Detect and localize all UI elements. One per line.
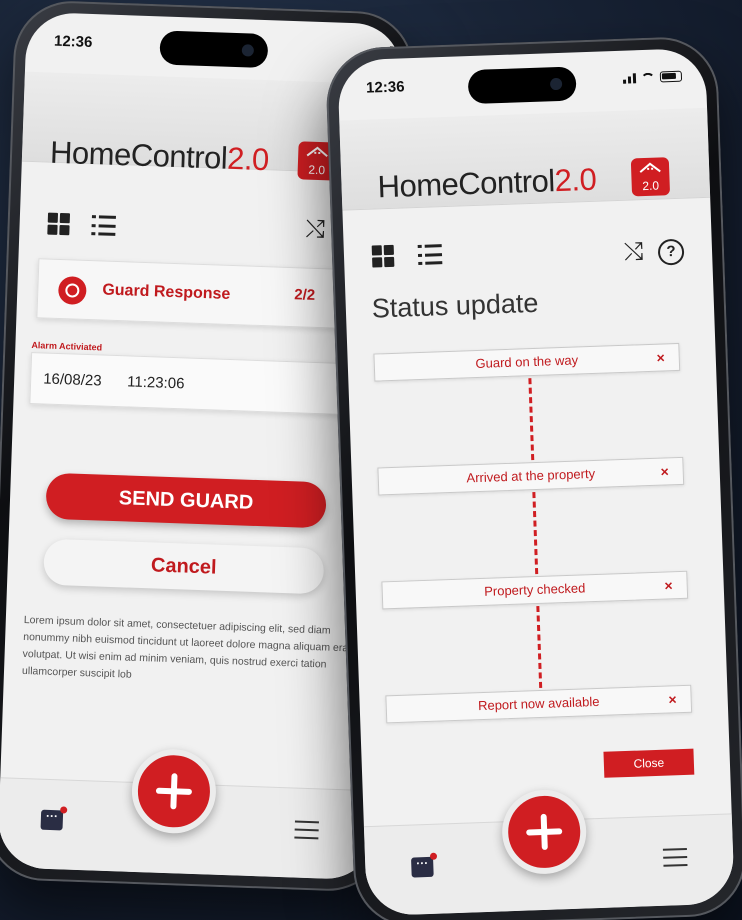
grid-view-icon[interactable]	[47, 212, 71, 236]
brand-header: HomeControl2.0 2.0	[339, 107, 711, 211]
brand-part-version: 2.0	[226, 140, 270, 178]
brand-part-home: Home	[49, 134, 132, 173]
phone-status-update: 12:36 HomeControl2.0 2.0 ⤭ ? Status upda…	[324, 35, 742, 920]
status-step[interactable]: Property checked ×	[381, 570, 689, 610]
alarm-date: 16/08/23	[42, 370, 102, 390]
status-step[interactable]: Guard on the way ×	[373, 342, 681, 382]
battery-icon	[659, 70, 683, 83]
alarm-label: Alarm Activiated	[31, 340, 103, 353]
brand-part-home: Home	[376, 166, 459, 205]
remove-step-icon[interactable]: ×	[664, 572, 673, 598]
remove-step-icon[interactable]: ×	[656, 344, 665, 370]
remove-step-icon[interactable]: ×	[660, 458, 669, 484]
brand-part-control: Control	[130, 137, 228, 176]
step-connector	[532, 492, 539, 575]
step-label: Guard on the way	[475, 352, 579, 372]
dynamic-island	[159, 30, 269, 69]
brand-title: HomeControl2.0	[377, 162, 597, 206]
list-view-icon[interactable]	[91, 215, 116, 236]
home-logo-icon: 2.0	[630, 157, 671, 197]
status-step[interactable]: Report now available ×	[385, 684, 693, 724]
grid-view-icon[interactable]	[371, 244, 395, 268]
help-icon[interactable]: ?	[657, 238, 685, 266]
list-view-icon[interactable]	[418, 244, 443, 265]
description-text: Lorem ipsum dolor sit amet, consectetuer…	[21, 613, 352, 681]
dynamic-island	[467, 66, 577, 105]
remove-step-icon[interactable]: ×	[668, 686, 677, 712]
plus-icon	[526, 813, 563, 850]
status-step[interactable]: Arrived at the property ×	[377, 456, 685, 496]
status-time: 12:36	[365, 78, 405, 97]
logo-label: 2.0	[308, 162, 326, 178]
guard-response-count: 2/2	[294, 286, 316, 304]
chat-icon[interactable]: ···	[40, 809, 64, 831]
menu-icon[interactable]	[294, 820, 319, 840]
brand-part-version: 2.0	[554, 161, 597, 199]
signal-icon	[622, 72, 637, 84]
brand-title: HomeControl2.0	[50, 135, 270, 179]
close-button[interactable]: Close	[603, 748, 695, 778]
cancel-button[interactable]: Cancel	[43, 538, 325, 595]
guard-icon	[57, 275, 87, 305]
shuffle-icon[interactable]: ⤭	[624, 238, 644, 267]
status-time: 12:36	[53, 32, 93, 51]
alarm-time: 11:23:06	[126, 373, 185, 393]
step-connector	[536, 605, 543, 689]
logo-label: 2.0	[642, 178, 660, 194]
page-title: Status update	[371, 287, 539, 324]
step-label: Property checked	[483, 580, 586, 599]
step-label: Report now available	[477, 693, 600, 714]
screen: 12:36 HomeControl2.0 2.0 ⤭ ? Status upda…	[337, 47, 735, 917]
shuffle-icon[interactable]: ⤭	[305, 216, 325, 245]
brand-part-control: Control	[457, 163, 556, 202]
step-connector	[528, 378, 535, 461]
send-guard-button[interactable]: SEND GUARD	[45, 472, 327, 529]
chat-icon[interactable]: ···	[411, 856, 434, 878]
alarm-datetime-field[interactable]: 16/08/23 11:23:06	[29, 352, 371, 416]
menu-icon[interactable]	[662, 847, 688, 867]
wifi-icon	[640, 72, 656, 83]
step-label: Arrived at the property	[466, 465, 596, 486]
guard-response-card[interactable]: Guard Response 2/2	[36, 258, 379, 331]
guard-response-title: Guard Response	[102, 281, 231, 303]
status-icons	[622, 70, 683, 84]
stage: 12:36 HomeControl2.0 2.0 ⤭ Guard Respons…	[0, 0, 742, 920]
plus-icon	[155, 773, 192, 810]
